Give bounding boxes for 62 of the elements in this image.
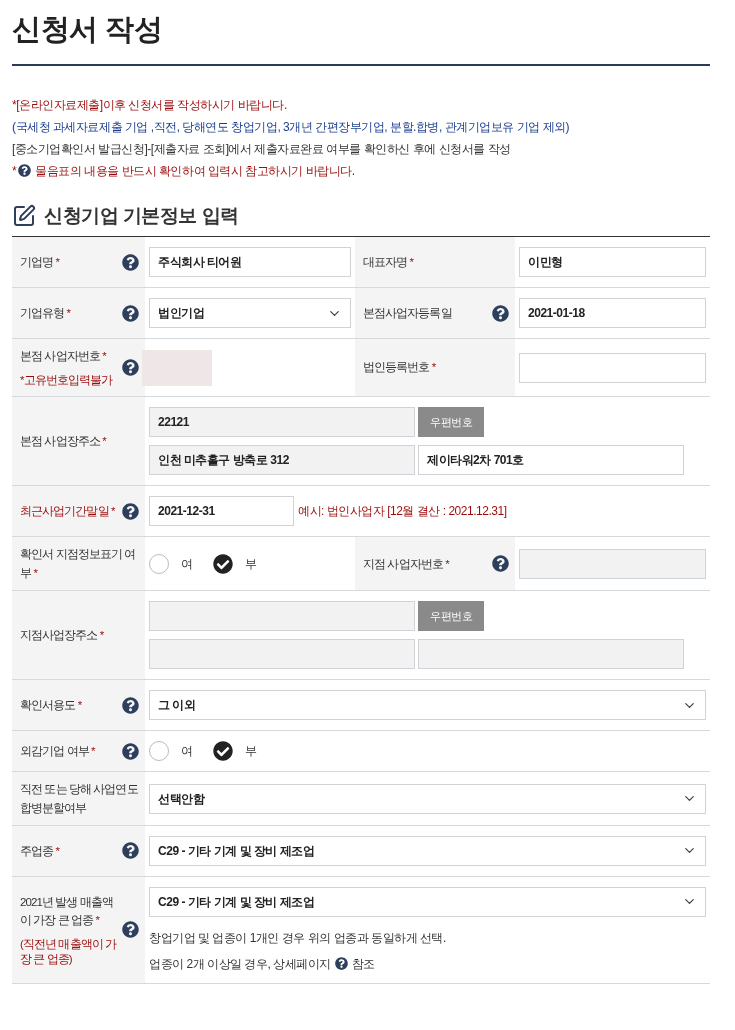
- field-label: 주업종 *: [20, 843, 61, 859]
- help-icon[interactable]: [122, 502, 139, 520]
- help-icon[interactable]: [492, 304, 509, 322]
- page-title: 신청서 작성: [12, 12, 164, 47]
- radio-label: 여: [181, 555, 193, 573]
- radio-button[interactable]: [212, 741, 233, 762]
- help-icon[interactable]: [122, 921, 139, 939]
- field-label: 직전 또는 당해 사업연도 합병분할여부: [20, 782, 139, 816]
- radio-button[interactable]: [212, 553, 233, 574]
- input-field[interactable]: 주식회사 티어원: [149, 247, 351, 277]
- notice-text: [중소기업확인서 발급신청]-[제출자료 조회]에서 제출자료완료 여부를 확인하신 후에 신청서를 작성: [12, 140, 512, 158]
- field-label: 확인서용도 *: [20, 697, 83, 713]
- hint-text: 업종이 2개 이상일 경우, 상세페이지: [149, 955, 331, 973]
- field-label: 법인등록번호 *: [363, 360, 437, 376]
- field-label: 지점사업장주소 *: [20, 627, 105, 643]
- help-icon[interactable]: [492, 555, 509, 573]
- radio-label: 부: [244, 555, 257, 573]
- input-field[interactable]: 2021-01-18: [519, 298, 706, 328]
- input-field[interactable]: 2021-12-31: [149, 496, 294, 527]
- select-dropdown[interactable]: 그 이외: [149, 690, 706, 721]
- example-hint: 예시: 법인사업자 [12월 결산 : 2021.12.31]: [298, 503, 507, 521]
- help-icon[interactable]: [122, 696, 139, 714]
- notice-text: (국세청 과세자료제출 기업 ,직전, 당해연도 창업기업, 3개년 간편장부기업, 분할.합병, 관계기업보유 기업 제외): [12, 118, 571, 136]
- field-label: 외감기업 여부 *: [20, 743, 96, 759]
- help-icon[interactable]: [122, 742, 139, 760]
- select-dropdown[interactable]: 선택안함: [149, 783, 706, 814]
- input-field[interactable]: 이민형: [519, 247, 706, 277]
- input-field[interactable]: [519, 352, 706, 383]
- field-label: 기업명 *: [20, 254, 61, 270]
- help-icon[interactable]: [122, 359, 139, 377]
- section-title: 신청기업 기본정보 입력: [44, 203, 239, 228]
- field-label: 최근사업기간말일 *: [20, 504, 116, 520]
- select-dropdown[interactable]: C29 - 기타 기계 및 장비 제조업: [149, 835, 706, 866]
- help-icon[interactable]: [334, 957, 348, 971]
- asterisk: *: [12, 162, 17, 180]
- help-icon[interactable]: [122, 253, 139, 271]
- hint-text: 창업기업 및 업종이 1개인 경우 위의 업종과 동일하게 선택.: [149, 929, 447, 947]
- notice-text: *[온라인자료제출]이후 신청서를 작성하시기 바랍니다.: [12, 96, 288, 114]
- radio-button[interactable]: [149, 553, 169, 574]
- radio-label: 부: [244, 743, 257, 761]
- help-icon[interactable]: [122, 304, 139, 322]
- field-label: 지점 사업자번호 *: [363, 556, 451, 572]
- edit-icon: [12, 203, 36, 228]
- field-label: 2021년 발생 매출액이 가장 큰 업종 *: [20, 894, 114, 928]
- notice-text: 물음표의 내용을 반드시 확인하여 입력시 참고하시기 바랍니다.: [35, 162, 355, 180]
- select-dropdown[interactable]: C29 - 기타 기계 및 장비 제조업: [149, 886, 706, 917]
- help-icon[interactable]: [18, 164, 32, 177]
- field-label: 기업유형 *: [20, 305, 72, 321]
- select-dropdown[interactable]: 법인기업: [149, 298, 351, 328]
- hint-text: 참조: [351, 955, 375, 973]
- field-label: 확인서 지점정보표기 여부 *: [20, 547, 137, 581]
- radio-label: 여: [181, 743, 193, 761]
- field-label: 본점 사업자번호 *: [20, 349, 108, 364]
- help-icon[interactable]: [122, 842, 139, 860]
- field-note: (직전년 매출액이 가장 큰 업종): [20, 937, 118, 968]
- radio-button[interactable]: [149, 741, 169, 762]
- input-field[interactable]: 제이타워2차 701호: [418, 445, 684, 476]
- field-label: 본점사업자등록일: [363, 305, 453, 321]
- field-label: 본점 사업장주소 *: [20, 434, 108, 450]
- redacted-field: [142, 349, 212, 386]
- field-note: *고유번호입력불가: [20, 373, 114, 389]
- field-label: 대표자명 *: [363, 254, 415, 270]
